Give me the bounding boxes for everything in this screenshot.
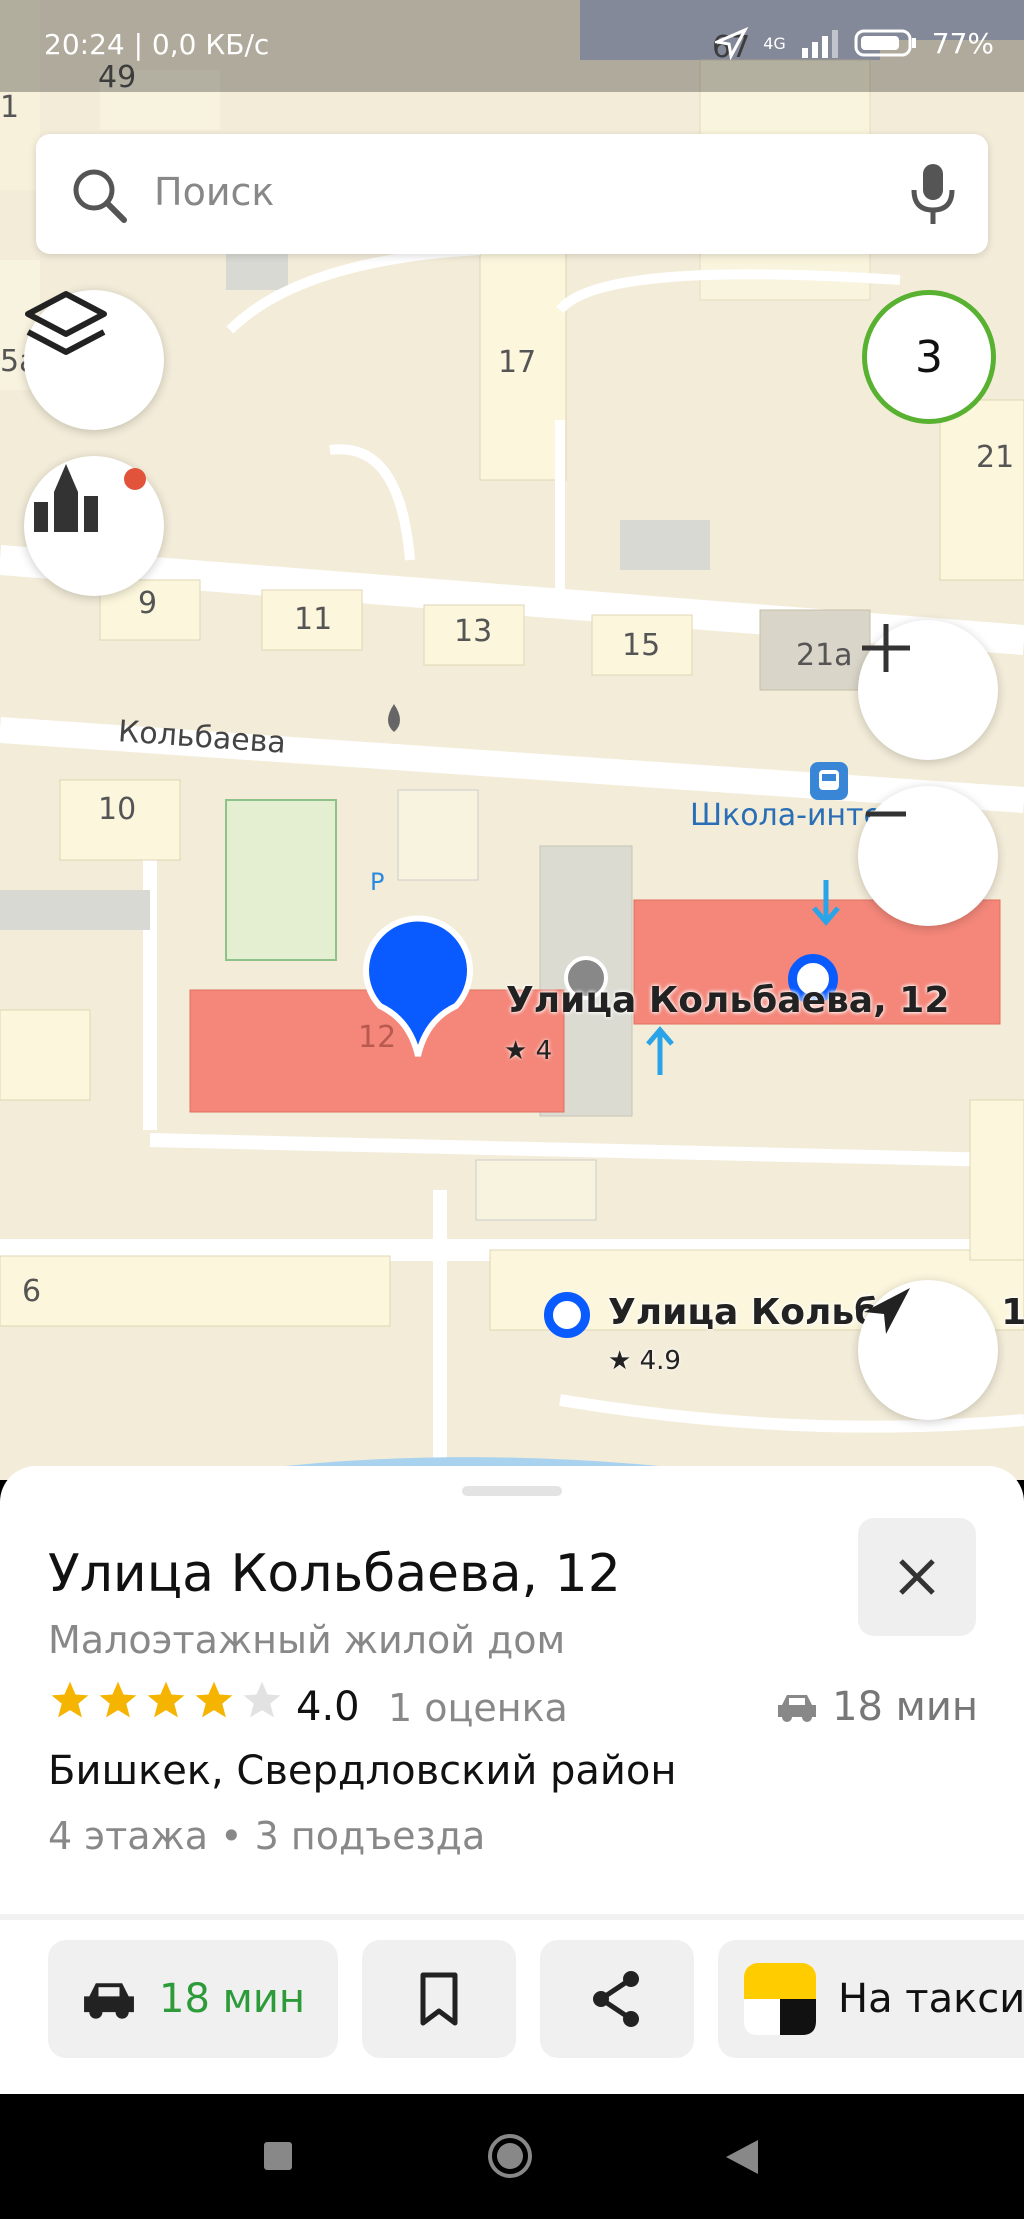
divider [0,1914,1024,1920]
building-number: 11 [294,602,333,637]
signal-icon [801,30,838,58]
building-number: 13 [454,614,493,649]
search-input[interactable]: Поиск [154,170,274,214]
share-button[interactable] [540,1940,694,2058]
close-icon [899,1559,935,1595]
building-number: 6 [22,1274,42,1309]
battery-icon [854,29,916,57]
system-navigation-bar [0,2094,1024,2219]
notification-dot [124,468,146,490]
search-bar[interactable]: Поиск [36,134,988,254]
poi-marker-icon[interactable] [544,1292,590,1338]
building-number: 21 [976,440,1015,475]
bookmark-icon [420,1972,458,2026]
taxi-label: На такси [838,1976,1024,2022]
rating-count[interactable]: 1 оценка [388,1686,568,1730]
back-icon[interactable] [724,2138,760,2176]
close-button[interactable] [858,1518,976,1636]
selected-place-pin[interactable] [360,910,476,1060]
building-number: 1 [0,90,20,125]
poi-second-rating: ★ 4.9 [608,1346,681,1376]
landmarks-button[interactable] [24,456,164,596]
home-icon[interactable] [486,2132,534,2180]
sheet-handle[interactable] [462,1486,562,1496]
landmarks-icon [34,464,98,532]
layers-icon [25,291,107,355]
star-empty-icon [243,1681,281,1718]
route-button[interactable]: 18 мин [48,1940,338,2058]
building-number: 9 [138,586,158,621]
place-address: Бишкек, Свердловский район [48,1748,677,1794]
status-bar: 20:24 | 0,0 КБ/с 4G 77% [0,0,1024,92]
car-icon [778,1695,817,1722]
location-arrow-icon [864,1288,910,1334]
bus-stop-icon[interactable] [810,762,848,800]
place-title: Улица Кольбаева, 12 [48,1544,621,1604]
star-icon [99,1681,137,1718]
rating-value: 4.0 [296,1684,360,1730]
rating-stars [48,1678,284,1722]
map-counter-badge[interactable]: 3 [862,290,996,424]
taxi-button[interactable]: На такси [718,1940,1024,2058]
star-icon [147,1681,185,1718]
poi-main-label[interactable]: Улица Кольбаева, 12 [506,980,949,1021]
layers-button[interactable] [24,290,164,430]
eta-info: 18 мин [776,1684,978,1730]
zoom-in-icon [862,624,910,672]
car-icon [84,1983,134,2019]
building-number: 15 [622,628,661,663]
bookmark-button[interactable] [362,1940,516,2058]
place-card[interactable]: Улица Кольбаева, 12 Малоэтажный жилой до… [0,1466,1024,2094]
eta-text: 18 мин [832,1684,978,1730]
zoom-in-button[interactable] [858,620,998,760]
zoom-out-icon [866,811,906,817]
place-details: 4 этажа • 3 подъезда [48,1814,486,1858]
share-icon [593,1971,639,2027]
status-time: 20:24 | 0,0 КБ/с [44,28,270,61]
building-number: 10 [98,792,137,827]
battery-level: 77% [931,26,994,60]
my-location-button[interactable] [858,1280,998,1420]
taxi-logo [744,1963,816,2035]
building-number: 17 [498,345,537,380]
network-type: 4G [763,33,786,53]
star-icon [51,1681,89,1718]
poi-main-rating: ★ 4 [504,1036,553,1066]
route-time: 18 мин [159,1976,305,2022]
recents-icon[interactable] [262,2140,294,2172]
search-icon [73,169,127,223]
building-number: 21а [796,638,853,673]
microphone-icon[interactable] [908,162,958,226]
location-services-icon [715,26,749,60]
star-icon [195,1681,233,1718]
place-category: Малоэтажный жилой дом [48,1618,566,1662]
zoom-out-button[interactable] [858,786,998,926]
parking-label: P [370,868,385,896]
